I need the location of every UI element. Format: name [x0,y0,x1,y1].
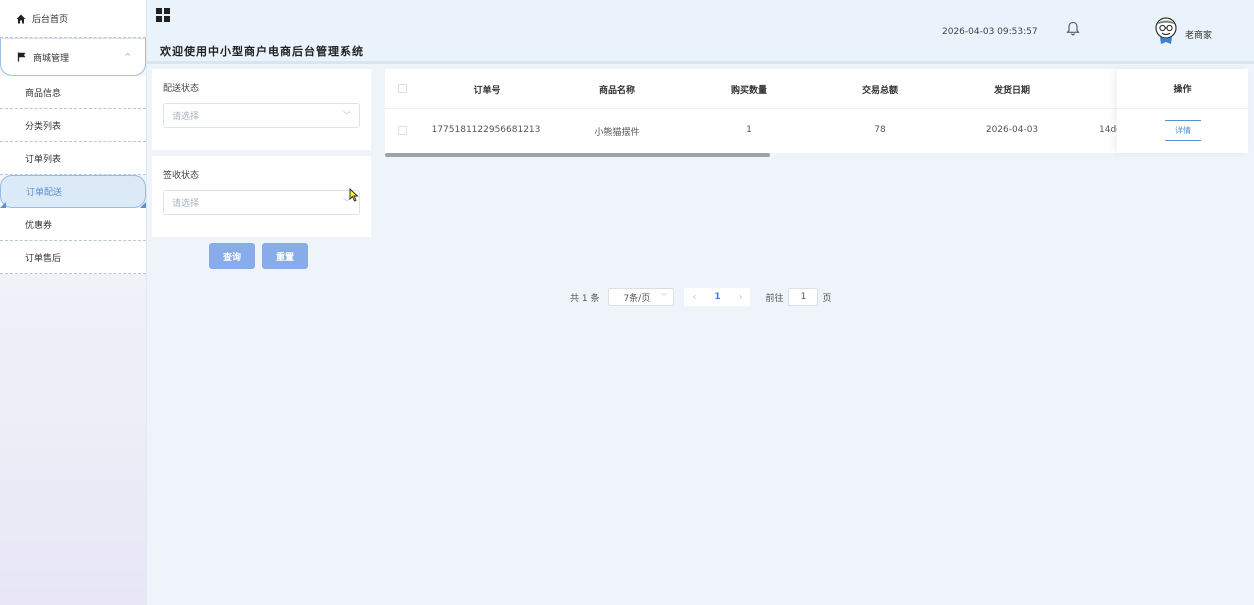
page-size-value: 7条/页 [623,293,651,304]
sidebar-item-label: 优惠券 [25,220,53,231]
sidebar-item-label: 商品信息 [25,88,62,99]
next-page-button[interactable]: › [730,288,751,306]
sidebar-item-label: 订单售后 [25,253,62,264]
pagination: 共 1 条 7条/页 ﹀ ‹ 1 › 前往 1 页 [570,288,831,306]
delivery-status-filter: 配送状态 请选择 ﹀ [152,69,371,150]
reset-button[interactable]: 重置 [262,243,308,269]
sidebar-item-orders[interactable]: 订单列表 [0,142,146,175]
cell-ship-date: 2026-04-03 [985,125,1039,135]
delivery-status-select[interactable]: 请选择 ﹀ [163,103,360,128]
sidebar-item-coupons[interactable]: 优惠券 [0,208,146,241]
receipt-status-select[interactable]: 请选择 ﹀ [163,190,360,215]
sidebar-item-label: 后台首页 [32,15,69,25]
bell-icon[interactable] [1066,21,1080,39]
sidebar-group-label: 商城管理 [33,53,70,64]
chevron-up-icon: ^ [124,52,131,61]
username[interactable]: 老商家 [1185,28,1212,41]
select-placeholder: 请选择 [172,199,200,209]
column-qty: 购买数量 [730,86,767,96]
sidebar-item-label: 分类列表 [25,121,62,132]
home-icon [15,14,27,24]
column-order-no: 订单号 [473,86,501,96]
flag-icon [16,52,28,62]
column-product: 商品名称 [598,86,635,96]
sidebar-item-categories[interactable]: 分类列表 [0,109,146,142]
delivery-status-label: 配送状态 [163,84,200,94]
top-header: 欢迎使用中小型商户电商后台管理系统 2026-04-03 09:53:57 老商… [147,0,1254,64]
search-button[interactable]: 查询 [209,243,255,269]
page-suffix: 页 [822,293,832,304]
cell-order-no: 1775181122956681213 [431,125,541,135]
page-title: 欢迎使用中小型商户电商后台管理系统 [160,45,364,58]
page-size-select[interactable]: 7条/页 ﹀ [608,288,675,306]
column-total: 交易总额 [861,86,898,96]
pagination-total: 共 1 条 [570,293,600,304]
sidebar-item-label: 订单列表 [25,154,62,165]
column-ship-date: 发货日期 [993,86,1030,96]
column-action: 操作 [1117,69,1248,109]
receipt-status-label: 签收状态 [163,171,200,181]
receipt-status-filter: 签收状态 请选择 ﹀ [152,156,371,237]
datetime-display: 2026-04-03 09:53:57 [942,27,1038,37]
horizontal-scrollbar[interactable] [385,153,770,157]
goto-label: 前往 [765,293,784,304]
page-number[interactable]: 1 [704,288,731,306]
fixed-action-column: 操作 详情 [1117,69,1248,153]
chevron-down-icon: ﹀ [660,293,668,301]
order-table: 订单号 商品名称 购买数量 交易总额 发货日期 1775181122956681… [385,69,1248,153]
sidebar: 后台首页 商城管理 ^ 商品信息 分类列表 订单列表 订单配送 优惠券 订单售后 [0,0,147,605]
prev-page-button[interactable]: ‹ [684,288,705,306]
sidebar-item-products[interactable]: 商品信息 [0,76,146,109]
chevron-down-icon: ﹀ [343,111,351,120]
cell-qty: 1 [746,125,752,135]
cell-product: 小熊猫摆件 [594,128,640,138]
menu-grid-icon[interactable] [156,8,170,22]
goto-page-input[interactable]: 1 [788,288,819,306]
mouse-cursor-icon [349,187,359,205]
detail-button[interactable]: 详情 [1165,120,1201,141]
select-all-checkbox[interactable] [398,84,407,93]
sidebar-item-label: 订单配送 [26,188,63,198]
sidebar-item-after-sales[interactable]: 订单售后 [0,241,146,274]
cell-total: 78 [874,125,886,135]
sidebar-item-home[interactable]: 后台首页 [0,0,146,38]
sidebar-group-mall[interactable]: 商城管理 ^ [0,38,146,76]
select-placeholder: 请选择 [172,112,200,122]
sidebar-item-order-delivery[interactable]: 订单配送 [0,175,146,208]
avatar[interactable] [1154,17,1178,45]
row-checkbox[interactable] [398,126,407,135]
